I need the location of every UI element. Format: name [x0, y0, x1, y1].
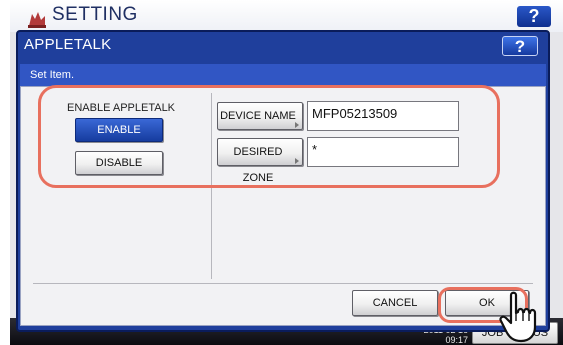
gear-icon — [28, 12, 46, 28]
setting-titlebar: SETTING ? — [10, 0, 563, 32]
enable-button[interactable]: ENABLE — [75, 118, 163, 142]
dialog-body: ENABLE APPLETALK ENABLE DISABLE DEVICE N… — [20, 86, 546, 326]
device-name-button[interactable]: DEVICE NAME — [217, 102, 303, 130]
dialog-help-button[interactable]: ? — [502, 36, 538, 56]
fields-panel: DEVICE NAME MFP05213509 DESIRED ZONE * — [217, 93, 535, 193]
help-icon[interactable]: ? — [517, 6, 551, 27]
enable-appletalk-label: ENABLE APPLETALK — [67, 102, 176, 114]
desired-zone-field[interactable]: * — [307, 137, 459, 167]
desired-zone-label: DESIRED ZONE — [233, 146, 283, 184]
triangle-icon — [295, 122, 299, 128]
desired-zone-button[interactable]: DESIRED ZONE — [217, 138, 303, 184]
cancel-button[interactable]: CANCEL — [352, 290, 438, 316]
device-name-label: DEVICE NAME — [220, 110, 296, 122]
dialog-subtitle: Set Item. — [20, 64, 546, 86]
enable-panel: ENABLE APPLETALK ENABLE DISABLE — [33, 93, 212, 279]
pointing-hand-icon — [499, 291, 537, 343]
footer-divider — [33, 283, 533, 284]
dialog-title: APPLETALK — [24, 36, 112, 53]
appletalk-dialog: APPLETALK ? Set Item. ENABLE APPLETALK E… — [16, 30, 550, 332]
device-name-field[interactable]: MFP05213509 — [307, 101, 459, 131]
clock-time: 09:17 — [445, 335, 468, 345]
triangle-icon — [295, 158, 299, 164]
setting-title: SETTING — [52, 4, 138, 25]
disable-button[interactable]: DISABLE — [75, 151, 163, 175]
